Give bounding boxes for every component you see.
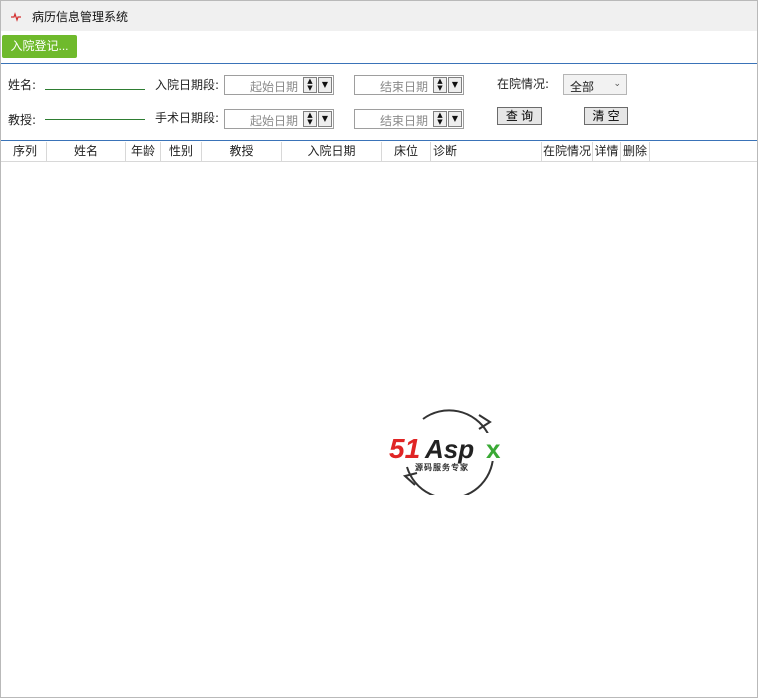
- col-bed[interactable]: 床位: [382, 142, 431, 161]
- col-professor[interactable]: 教授: [202, 142, 282, 161]
- admit-start-spinner[interactable]: ▲ ▼: [303, 77, 317, 93]
- surgery-end-date-picker[interactable]: 结束日期 ▲ ▼ ▼: [354, 109, 464, 129]
- search-panel: 姓名: 入院日期段: 起始日期 ▲ ▼ ▼ 结束日期 ▲ ▼ ▼ 在院情况: 全…: [1, 64, 757, 141]
- spin-down-icon: ▼: [307, 84, 313, 92]
- col-details[interactable]: 详情: [593, 142, 621, 161]
- spin-down-icon: ▼: [437, 118, 443, 126]
- chevron-down-icon[interactable]: ▼: [448, 77, 462, 93]
- name-input[interactable]: [45, 75, 145, 90]
- spin-down-icon: ▼: [307, 118, 313, 126]
- admit-start-date-picker[interactable]: 起始日期 ▲ ▼ ▼: [224, 75, 334, 95]
- surgery-period-label: 手术日期段:: [155, 111, 220, 125]
- clear-button[interactable]: 清 空: [584, 107, 628, 125]
- chevron-down-icon[interactable]: ▼: [448, 111, 462, 127]
- status-select[interactable]: 全部 ⌄: [563, 74, 627, 95]
- professor-input[interactable]: [45, 105, 145, 120]
- brand-logo: 51 Asp x: [387, 409, 513, 495]
- col-name[interactable]: 姓名: [47, 142, 126, 161]
- surgery-start-spinner[interactable]: ▲ ▼: [303, 111, 317, 127]
- status-select-value: 全部: [570, 80, 595, 94]
- surgery-start-date-picker[interactable]: 起始日期 ▲ ▼ ▼: [224, 109, 334, 129]
- svg-text:x: x: [486, 434, 501, 464]
- title-bar: 病历信息管理系统: [1, 1, 757, 31]
- col-index[interactable]: 序列: [4, 142, 47, 161]
- query-button[interactable]: 查 询: [497, 107, 542, 125]
- professor-label: 教授:: [8, 113, 37, 127]
- chevron-down-icon: ⌄: [613, 79, 621, 89]
- col-age[interactable]: 年龄: [126, 142, 161, 161]
- name-label: 姓名:: [8, 78, 37, 92]
- admit-start-date-placeholder: 起始日期: [249, 80, 298, 94]
- table-body: [1, 162, 757, 697]
- brand-tagline: 源码服务专家: [415, 463, 469, 472]
- chevron-down-icon[interactable]: ▼: [318, 77, 332, 93]
- admit-end-spinner[interactable]: ▲ ▼: [433, 77, 447, 93]
- admit-end-date-picker[interactable]: 结束日期 ▲ ▼ ▼: [354, 75, 464, 95]
- status-label: 在院情况:: [497, 77, 550, 91]
- app-icon: [11, 12, 21, 22]
- col-gender[interactable]: 性别: [161, 142, 202, 161]
- col-delete[interactable]: 删除: [621, 142, 650, 161]
- chevron-down-icon[interactable]: ▼: [318, 111, 332, 127]
- admit-register-button[interactable]: 入院登记...: [2, 35, 77, 58]
- table-header: 序列 姓名 年龄 性别 教授 入院日期 床位 诊断 在院情况 详情 删除: [1, 142, 757, 162]
- surgery-start-date-placeholder: 起始日期: [249, 114, 298, 128]
- svg-text:Asp: Asp: [424, 434, 474, 464]
- col-admit-date[interactable]: 入院日期: [282, 142, 382, 161]
- toolbar: 入院登记...: [1, 31, 757, 64]
- col-diagnosis[interactable]: 诊断: [431, 142, 542, 161]
- col-status[interactable]: 在院情况: [542, 142, 593, 161]
- spin-down-icon: ▼: [437, 84, 443, 92]
- window-title: 病历信息管理系统: [32, 10, 129, 24]
- svg-text:51: 51: [389, 433, 420, 464]
- admit-period-label: 入院日期段:: [155, 78, 220, 92]
- app-window: 病历信息管理系统 入院登记... 姓名: 入院日期段: 起始日期 ▲ ▼ ▼ 结…: [0, 0, 758, 698]
- admit-end-date-placeholder: 结束日期: [379, 80, 428, 94]
- surgery-end-date-placeholder: 结束日期: [379, 114, 428, 128]
- surgery-end-spinner[interactable]: ▲ ▼: [433, 111, 447, 127]
